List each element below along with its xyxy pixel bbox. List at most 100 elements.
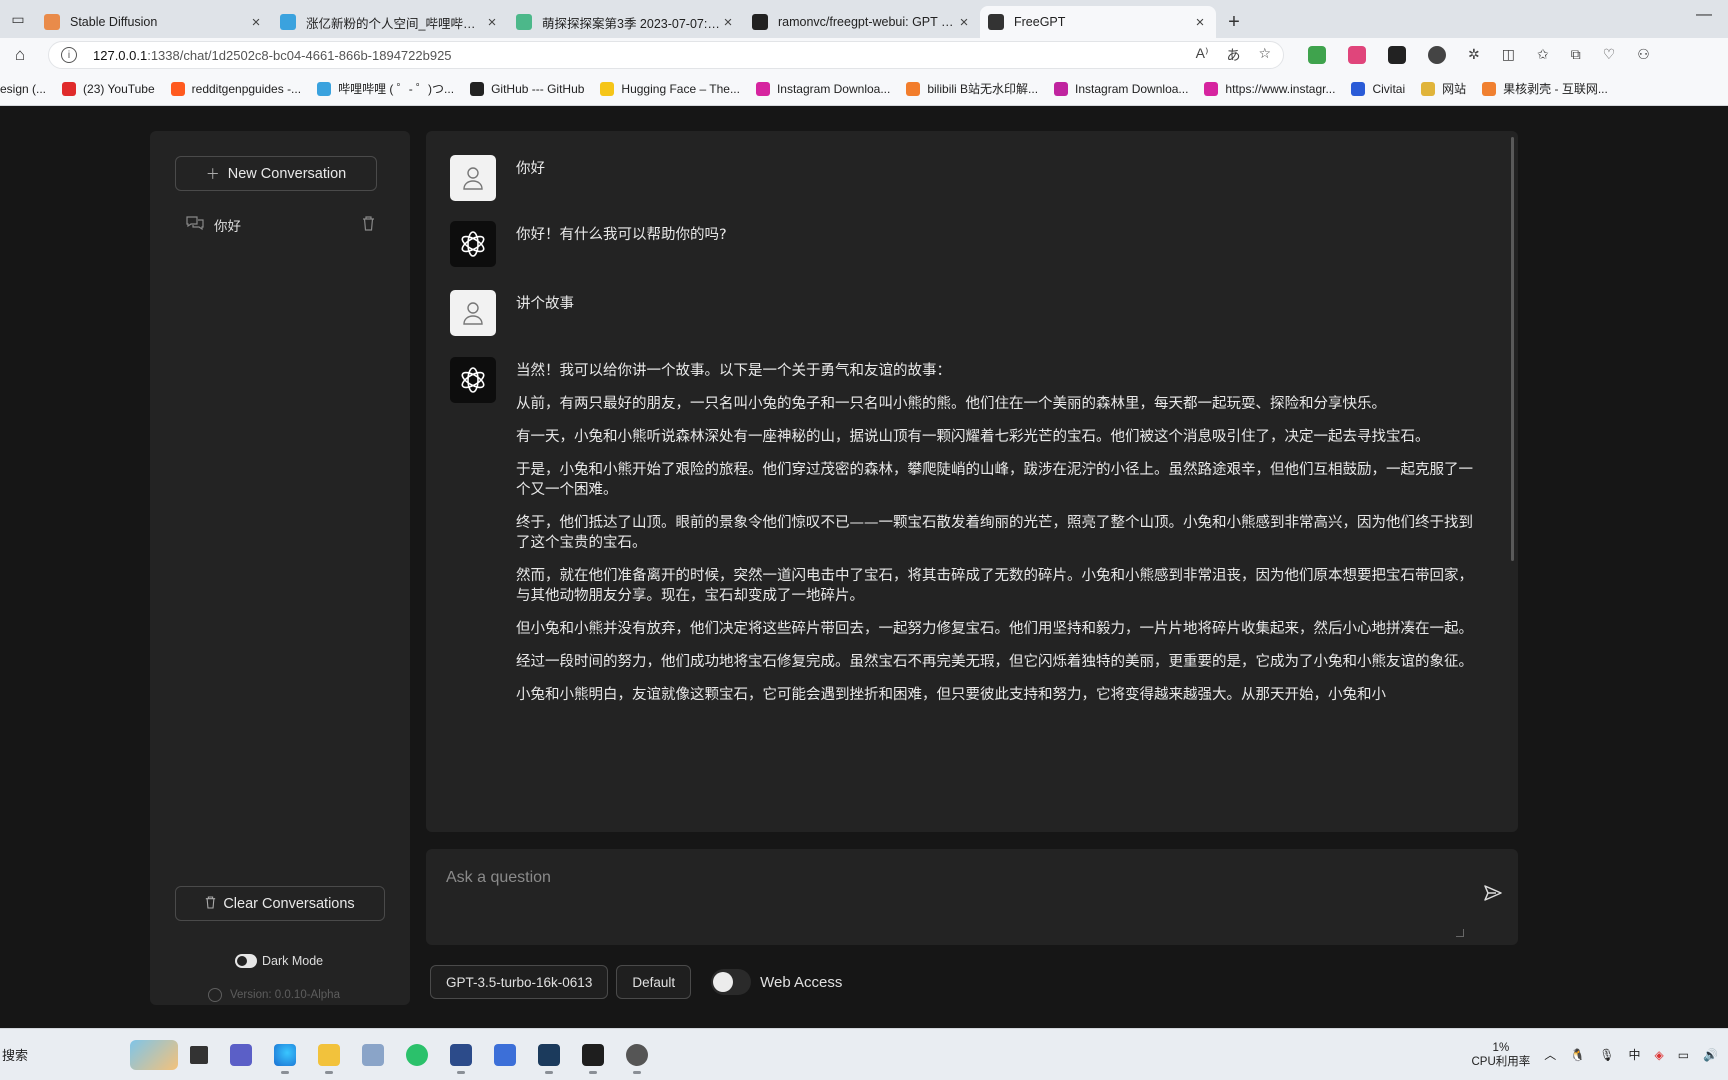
bookmark-label: Civitai bbox=[1372, 81, 1406, 96]
bookmark-item[interactable]: 网站 bbox=[1421, 80, 1466, 97]
chat-messages-panel[interactable]: 你好 你好！有什么我可以帮助你的吗? 讲个故事 当然！我可以给你讲一个故事。以下是一个… bbox=[426, 131, 1518, 832]
collections-icon[interactable]: ⧉ bbox=[1571, 46, 1581, 64]
message-paragraph: 终于，他们抵达了山顶。眼前的景象令他们惊叹不已——一颗宝石散发着绚丽的光芒，照亮… bbox=[516, 515, 1473, 551]
extension-glasses-icon[interactable] bbox=[1428, 46, 1446, 64]
close-tab-icon[interactable]: × bbox=[484, 14, 500, 31]
github-icon bbox=[208, 988, 222, 1002]
resize-handle[interactable] bbox=[1456, 929, 1464, 937]
antivirus-icon[interactable]: ◈ bbox=[1654, 1048, 1663, 1062]
bookmark-item[interactable]: (23) YouTube bbox=[62, 81, 155, 96]
tab-title: 萌探探探案第3季 2023-07-07: 蒙 bbox=[542, 16, 720, 31]
message-paragraph: 你好！有什么我可以帮助你的吗? bbox=[516, 227, 727, 243]
cpu-percent: 1% bbox=[1492, 1041, 1510, 1054]
home-icon[interactable]: ⌂ bbox=[0, 45, 40, 65]
favorite-star-icon[interactable]: ☆ bbox=[1258, 45, 1271, 65]
bookmark-item[interactable]: esign (... bbox=[0, 82, 46, 96]
close-tab-icon[interactable]: × bbox=[248, 14, 264, 31]
browser-tab[interactable]: 涨亿新粉的个人空间_哔哩哔哩_b × bbox=[272, 6, 508, 38]
conversation-item[interactable]: 你好 bbox=[185, 213, 375, 237]
bookmark-item[interactable]: redditgenpguides -... bbox=[170, 81, 302, 96]
bookmark-item[interactable]: Instagram Downloa... bbox=[1054, 81, 1188, 96]
favorites-icon[interactable]: ✩ bbox=[1537, 46, 1549, 64]
bookmark-favicon-icon bbox=[755, 81, 770, 96]
model-select[interactable]: GPT-3.5-turbo-16k-0613 bbox=[430, 965, 609, 999]
new-conversation-button[interactable]: ＋ New Conversation bbox=[175, 156, 377, 191]
file-explorer-icon[interactable] bbox=[318, 1043, 340, 1074]
extension-dark-icon[interactable] bbox=[1388, 46, 1406, 64]
question-placeholder: Ask a question bbox=[446, 869, 551, 886]
copilot-icon[interactable]: ⚇ bbox=[1637, 46, 1650, 64]
terminal-icon[interactable] bbox=[582, 1043, 604, 1074]
close-tab-icon[interactable]: × bbox=[1192, 14, 1208, 31]
close-tab-icon[interactable]: × bbox=[720, 14, 736, 31]
extension-globe-icon[interactable] bbox=[1308, 46, 1326, 64]
photos-icon[interactable] bbox=[362, 1043, 384, 1066]
chat-scrollbar[interactable] bbox=[1511, 137, 1514, 561]
browser-tab[interactable]: 萌探探探案第3季 2023-07-07: 蒙 × bbox=[508, 6, 744, 38]
clear-conversations-label: Clear Conversations bbox=[223, 895, 355, 912]
bookmark-favicon-icon bbox=[1482, 81, 1497, 96]
browser-tab[interactable]: ramonvc/freegpt-webui: GPT 3.5 × bbox=[744, 6, 980, 38]
tab-title: Stable Diffusion bbox=[70, 15, 158, 29]
site-info-icon[interactable]: i bbox=[61, 47, 77, 63]
task-view-icon[interactable] bbox=[190, 1045, 208, 1064]
app-icon-blue[interactable] bbox=[450, 1043, 472, 1074]
bookmark-item[interactable]: GitHub --- GitHub bbox=[470, 81, 585, 96]
dark-mode-switch[interactable] bbox=[235, 954, 257, 968]
minimize-window-button[interactable]: — bbox=[1696, 6, 1712, 24]
volume-icon[interactable]: 🔊 bbox=[1703, 1048, 1718, 1062]
question-input[interactable]: Ask a question bbox=[426, 849, 1518, 945]
browser-tab[interactable]: FreeGPT × bbox=[980, 6, 1216, 38]
bookmark-label: https://www.instagr... bbox=[1225, 81, 1336, 96]
assistant-message: 当然！我可以给你讲一个故事。以下是一个关于勇气和友谊的故事： 从前，有两只最好的朋… bbox=[450, 357, 1480, 718]
clear-conversations-button[interactable]: Clear Conversations bbox=[175, 886, 385, 921]
network-icon[interactable]: ▭ bbox=[1678, 1048, 1689, 1062]
jailbreak-select[interactable]: Default bbox=[616, 965, 692, 999]
user-message: 讲个故事 bbox=[450, 290, 1480, 336]
bookmark-label: redditgenpguides -... bbox=[191, 81, 302, 96]
send-icon[interactable] bbox=[1484, 885, 1502, 906]
bookmark-label: 网站 bbox=[1442, 82, 1467, 96]
extension-translate-icon[interactable] bbox=[1348, 46, 1366, 64]
tab-actions-icon[interactable]: ▭ bbox=[0, 0, 36, 38]
dark-mode-toggle[interactable]: Dark Mode bbox=[235, 954, 323, 968]
bookmark-item[interactable]: Instagram Downloa... bbox=[755, 81, 890, 96]
message-paragraph: 当然！我可以给你讲一个故事。以下是一个关于勇气和友谊的故事： bbox=[516, 363, 951, 379]
bookmark-item[interactable]: bilibili B站无水印解... bbox=[906, 80, 1038, 97]
bookmark-item[interactable]: https://www.instagr... bbox=[1204, 81, 1336, 96]
web-access-switch[interactable] bbox=[711, 969, 752, 995]
taskbar-search[interactable]: 搜索 bbox=[0, 1036, 180, 1074]
close-tab-icon[interactable]: × bbox=[956, 14, 972, 31]
read-aloud-icon[interactable]: A⁾ bbox=[1196, 45, 1209, 65]
teams-chat-icon[interactable] bbox=[230, 1043, 252, 1066]
bookmark-favicon-icon bbox=[600, 81, 615, 96]
bookmark-item[interactable]: Hugging Face – The... bbox=[600, 81, 740, 96]
bookmark-item[interactable]: Civitai bbox=[1351, 81, 1406, 96]
bookmark-item[interactable]: 果核剥壳 - 互联网... bbox=[1482, 80, 1608, 97]
translate-icon[interactable]: あ bbox=[1226, 45, 1240, 65]
url-host: 127.0.0.1 bbox=[93, 47, 148, 63]
chevron-up-icon[interactable]: ︿ bbox=[1544, 1046, 1556, 1063]
browser-essentials-icon[interactable]: ♡ bbox=[1603, 46, 1616, 64]
split-screen-icon[interactable]: ◫ bbox=[1502, 46, 1515, 64]
url-field[interactable]: i 127.0.0.1:1338/chat/1d2502c8-bc04-4661… bbox=[48, 41, 1284, 69]
cloud-app-icon[interactable] bbox=[494, 1043, 516, 1066]
vscode-icon[interactable] bbox=[538, 1043, 560, 1074]
ime-icon[interactable]: 中 bbox=[1628, 1046, 1640, 1063]
message-paragraph: 从前，有两只最好的朋友，一只名叫小兔的兔子和一只名叫小熊的熊。他们住在一个美丽的… bbox=[516, 396, 1386, 412]
version-text: Version: 0.0.10-Alpha bbox=[230, 989, 340, 1001]
extensions-puzzle-icon[interactable]: ✲ bbox=[1468, 46, 1480, 64]
chatgpt-app-icon[interactable] bbox=[626, 1043, 648, 1074]
bookmark-label: GitHub --- GitHub bbox=[491, 81, 585, 96]
bookmark-item[interactable]: 哔哩哔哩 ( ゜- ゜)つ... bbox=[317, 80, 454, 97]
edge-browser-icon[interactable] bbox=[274, 1043, 296, 1074]
bookmark-favicon-icon bbox=[470, 81, 485, 96]
qq-icon[interactable]: 🐧 bbox=[1570, 1048, 1585, 1062]
message-paragraph: 然而，就在他们准备离开的时候，突然一道闪电击中了宝石，将其击碎成了无数的碎片。小… bbox=[516, 568, 1473, 604]
media-player-icon[interactable] bbox=[406, 1043, 428, 1066]
browser-tab[interactable]: Stable Diffusion × bbox=[36, 6, 272, 38]
new-tab-button[interactable]: + bbox=[1216, 6, 1252, 38]
version-link[interactable]: Version: 0.0.10-Alpha bbox=[208, 988, 340, 1002]
trash-icon[interactable] bbox=[362, 216, 375, 234]
microphone-icon[interactable]: 🎙 bbox=[1599, 1048, 1614, 1062]
